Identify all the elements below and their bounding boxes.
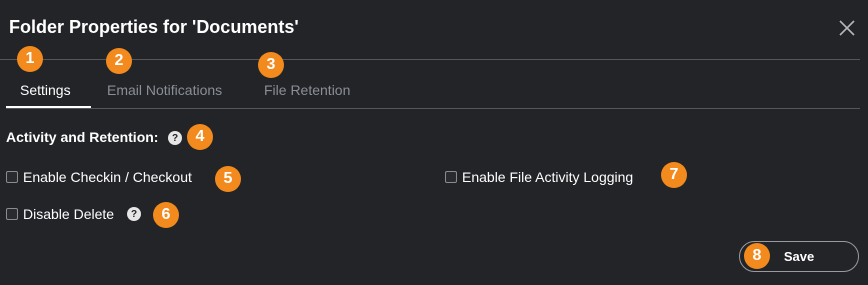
callout-badge-6: 6 xyxy=(153,202,179,228)
tabs-divider xyxy=(6,108,860,109)
callout-badge-2: 2 xyxy=(106,48,132,74)
callout-badge-1: 1 xyxy=(17,46,43,72)
checkin-option[interactable]: Enable Checkin / Checkout xyxy=(6,169,192,185)
tab-settings[interactable]: Settings xyxy=(20,82,71,98)
activity-logging-label: Enable File Activity Logging xyxy=(462,169,634,185)
disable-delete-option[interactable]: Disable Delete xyxy=(6,206,114,222)
close-icon[interactable] xyxy=(834,15,860,41)
checkin-label: Enable Checkin / Checkout xyxy=(23,169,192,185)
callout-badge-7: 7 xyxy=(661,162,687,188)
callout-badge-3: 3 xyxy=(258,52,284,78)
activity-logging-option[interactable]: Enable File Activity Logging xyxy=(445,169,633,185)
help-icon[interactable]: ? xyxy=(168,131,182,145)
dialog-title: Folder Properties for 'Documents' xyxy=(9,17,299,37)
disable-delete-checkbox[interactable] xyxy=(6,208,18,220)
callout-badge-4: 4 xyxy=(187,124,213,150)
disable-delete-label: Disable Delete xyxy=(23,206,115,222)
checkin-checkbox[interactable] xyxy=(6,171,18,183)
activity-logging-checkbox[interactable] xyxy=(445,171,457,183)
help-icon[interactable]: ? xyxy=(127,207,141,221)
section-title: Activity and Retention: xyxy=(6,129,159,145)
tab-file-retention[interactable]: File Retention xyxy=(264,82,350,98)
callout-badge-5: 5 xyxy=(215,166,241,192)
dialog-header: Folder Properties for 'Documents' xyxy=(0,0,868,60)
tab-email-notifications[interactable]: Email Notifications xyxy=(107,82,222,98)
callout-badge-8: 8 xyxy=(744,243,770,269)
